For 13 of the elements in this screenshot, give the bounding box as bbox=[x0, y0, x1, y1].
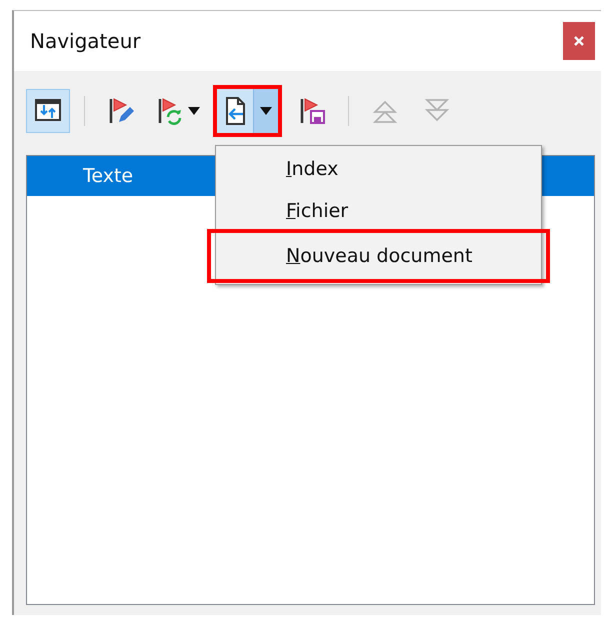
window-title: Navigateur bbox=[30, 28, 141, 55]
caret-icon bbox=[188, 107, 200, 115]
close-button[interactable] bbox=[563, 22, 595, 60]
menu-item[interactable]: Nouveau document bbox=[210, 232, 547, 280]
flag-pencil-icon bbox=[107, 96, 135, 126]
flag-refresh-icon bbox=[156, 96, 184, 126]
menu-item[interactable]: Fichier bbox=[216, 190, 541, 232]
split-button[interactable] bbox=[213, 85, 282, 137]
menu-item[interactable]: Index bbox=[216, 148, 541, 190]
close-icon bbox=[573, 35, 585, 47]
caret-icon bbox=[260, 107, 272, 115]
flag-floppy-icon bbox=[298, 96, 326, 126]
toggle-button[interactable] bbox=[26, 89, 70, 133]
